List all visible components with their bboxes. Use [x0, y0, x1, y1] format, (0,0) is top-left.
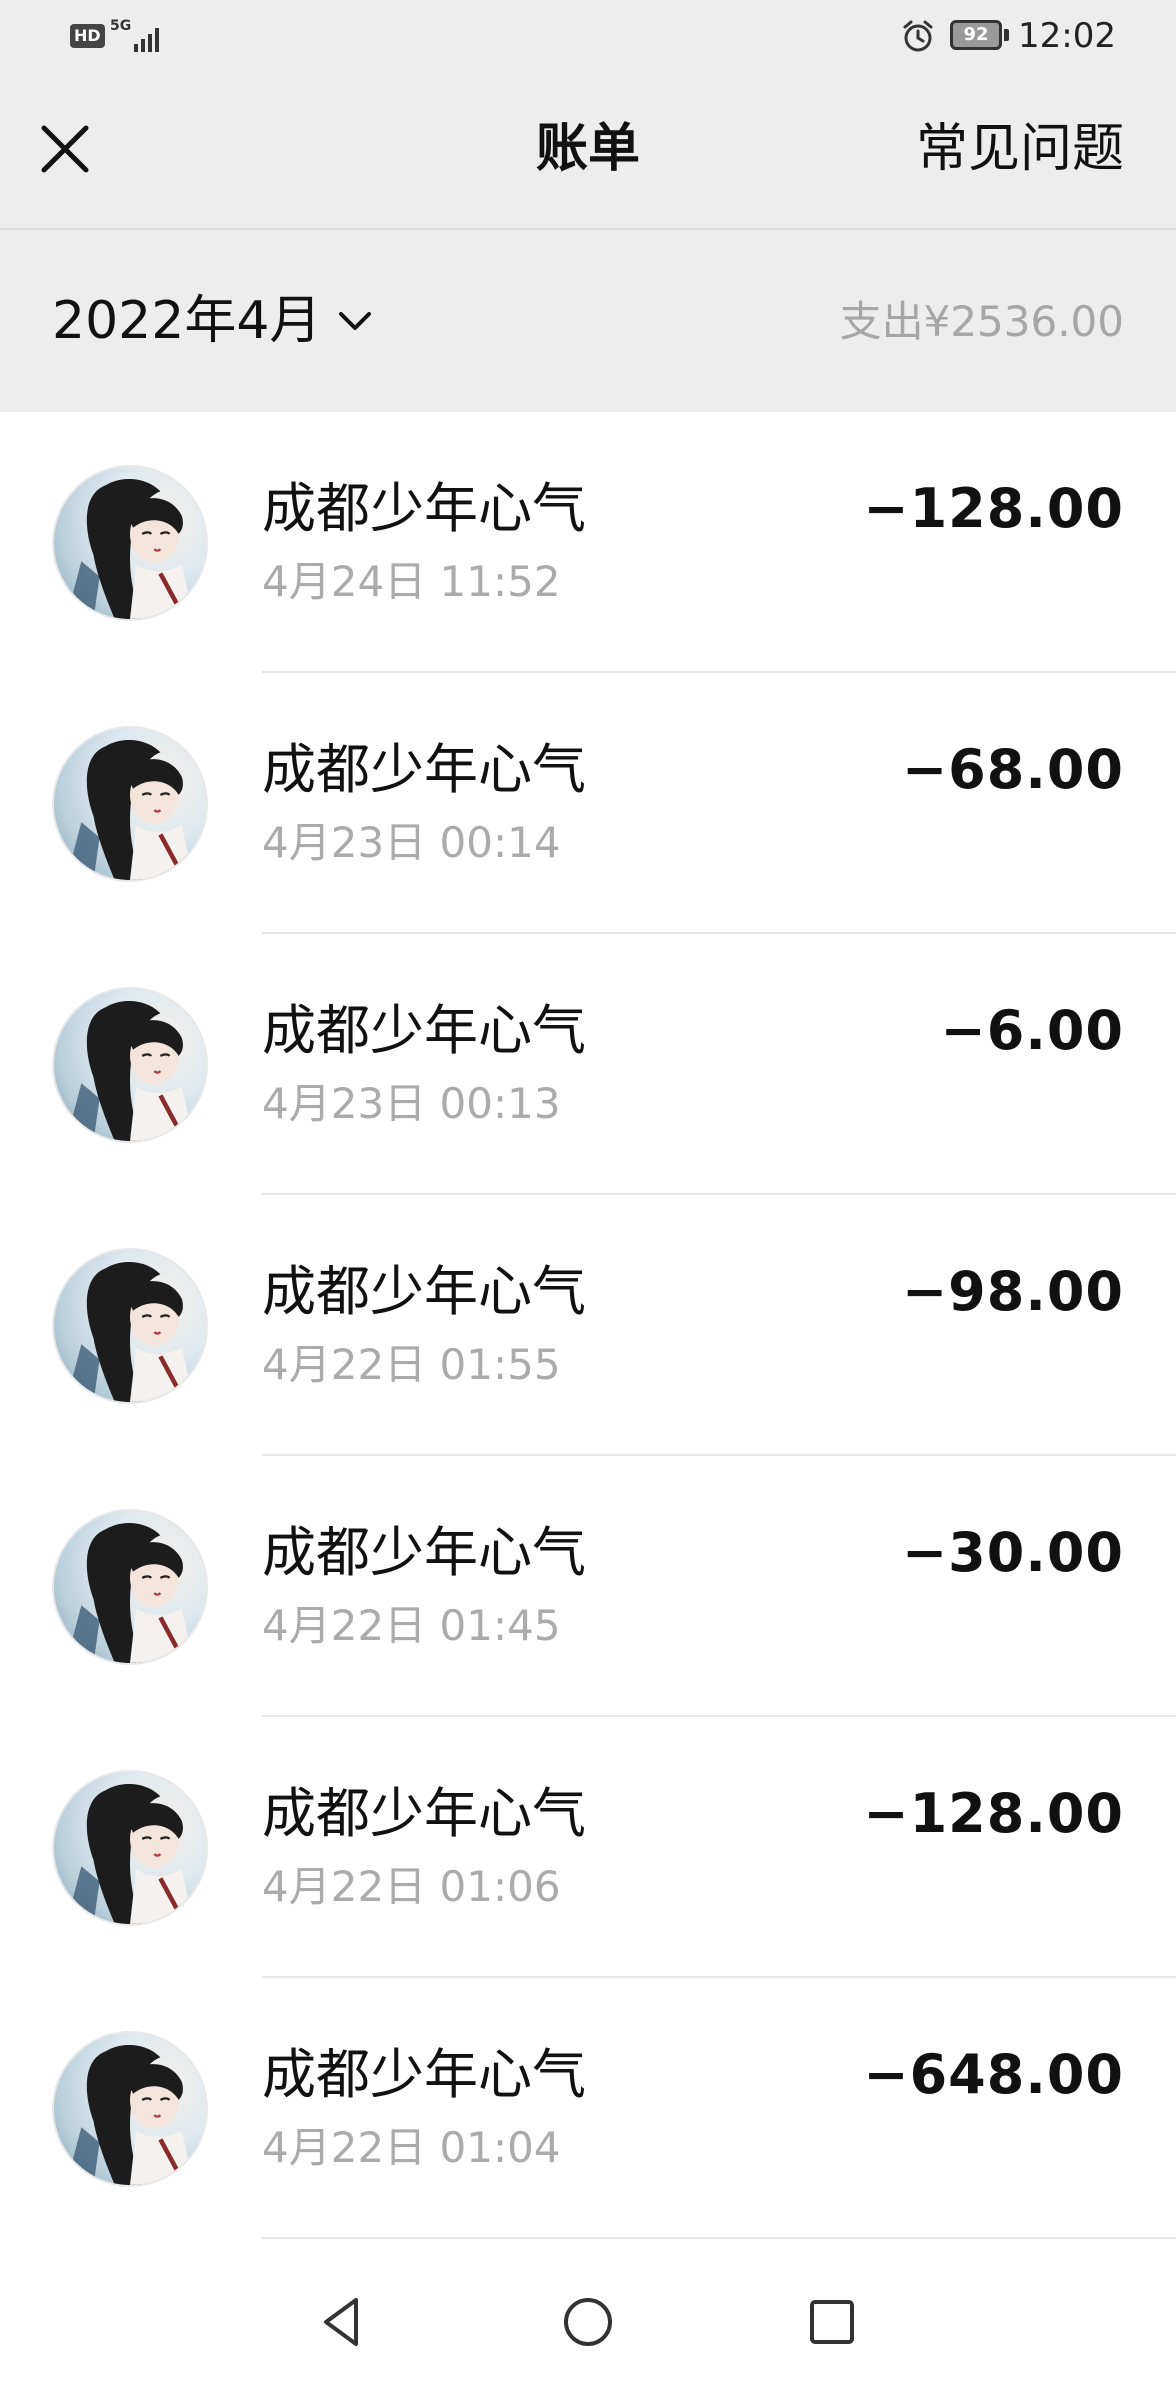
character-avatar-art [66, 1523, 194, 1663]
transaction-row[interactable]: 成都少年心气 4月22日 01:06 −128.00 [0, 1717, 1176, 1978]
battery-icon: 92 [950, 20, 1012, 52]
transaction-amount: −30.00 [901, 1521, 1124, 1584]
row-divider [262, 2237, 1176, 2239]
transaction-amount: −68.00 [901, 738, 1124, 801]
faq-button[interactable]: 常见问题 [916, 116, 1124, 182]
transaction-time: 4月22日 01:45 [262, 1601, 561, 1650]
transaction-time: 4月22日 01:04 [262, 2123, 561, 2172]
chevron-down-icon [339, 312, 372, 330]
avatar [52, 1248, 208, 1404]
avatar [52, 2031, 208, 2187]
transaction-amount: −6.00 [940, 999, 1124, 1062]
transaction-row[interactable]: 成都少年心气 4月23日 00:14 −68.00 [0, 673, 1176, 934]
merchant-name: 成都少年心气 [262, 1782, 586, 1845]
hd-badge: HD [70, 24, 105, 48]
expense-summary: 支出¥2536.00 [839, 297, 1124, 346]
character-avatar-art [66, 479, 194, 619]
transaction-list: 成都少年心气 4月24日 11:52 −128.00 成都少年心气 4月23日 00:1… [0, 412, 1176, 2239]
home-icon[interactable] [552, 2286, 624, 2358]
transaction-amount: −98.00 [901, 1260, 1124, 1323]
transaction-time: 4月22日 01:55 [262, 1340, 561, 1389]
merchant-name: 成都少年心气 [262, 477, 586, 540]
system-nav-bar [0, 2244, 1176, 2400]
transaction-amount: −128.00 [863, 1782, 1124, 1845]
transaction-amount: −648.00 [863, 2043, 1124, 2106]
bill-screen: HD 5G 92 12:02 账单 常见问题 2022年4月 支出¥2536.0… [0, 0, 1176, 2400]
signal-bars-icon [134, 24, 164, 52]
transaction-row[interactable]: 成都少年心气 4月22日 01:04 −648.00 [0, 1978, 1176, 2239]
merchant-name: 成都少年心气 [262, 738, 586, 801]
transaction-row[interactable]: 成都少年心气 4月23日 00:13 −6.00 [0, 934, 1176, 1195]
alarm-icon [903, 20, 933, 52]
nav-bar: 账单 常见问题 [0, 72, 1176, 230]
month-filter-bar: 2022年4月 支出¥2536.00 [0, 230, 1176, 412]
merchant-name: 成都少年心气 [262, 999, 586, 1062]
transaction-row[interactable]: 成都少年心气 4月22日 01:55 −98.00 [0, 1195, 1176, 1456]
month-selector[interactable]: 2022年4月 [52, 286, 375, 356]
network-type: 5G [110, 18, 132, 34]
transaction-amount: −128.00 [863, 477, 1124, 540]
merchant-name: 成都少年心气 [262, 1260, 586, 1323]
transaction-row[interactable]: 成都少年心气 4月22日 01:45 −30.00 [0, 1456, 1176, 1717]
character-avatar-art [66, 1262, 194, 1402]
merchant-name: 成都少年心气 [262, 1521, 586, 1584]
character-avatar-art [66, 1784, 194, 1924]
transaction-row[interactable]: 成都少年心气 4月24日 11:52 −128.00 [0, 412, 1176, 673]
avatar [52, 987, 208, 1143]
avatar [52, 1509, 208, 1665]
transaction-time: 4月24日 11:52 [262, 557, 561, 606]
status-time: 12:02 [1018, 16, 1116, 56]
character-avatar-art [66, 2045, 194, 2185]
signal-icon: 5G [110, 18, 164, 52]
avatar [52, 465, 208, 621]
close-icon[interactable] [30, 114, 100, 184]
status-bar: HD 5G 92 12:02 [0, 0, 1176, 72]
transaction-time: 4月22日 01:06 [262, 1862, 561, 1911]
merchant-name: 成都少年心气 [262, 2043, 586, 2106]
avatar [52, 1770, 208, 1926]
month-label: 2022年4月 [52, 291, 322, 351]
battery-level: 92 [950, 20, 1002, 50]
recents-icon[interactable] [796, 2286, 868, 2358]
transaction-time: 4月23日 00:14 [262, 818, 561, 867]
character-avatar-art [66, 1001, 194, 1141]
back-icon[interactable] [306, 2286, 378, 2358]
avatar [52, 726, 208, 882]
transaction-time: 4月23日 00:13 [262, 1079, 561, 1128]
character-avatar-art [66, 740, 194, 880]
